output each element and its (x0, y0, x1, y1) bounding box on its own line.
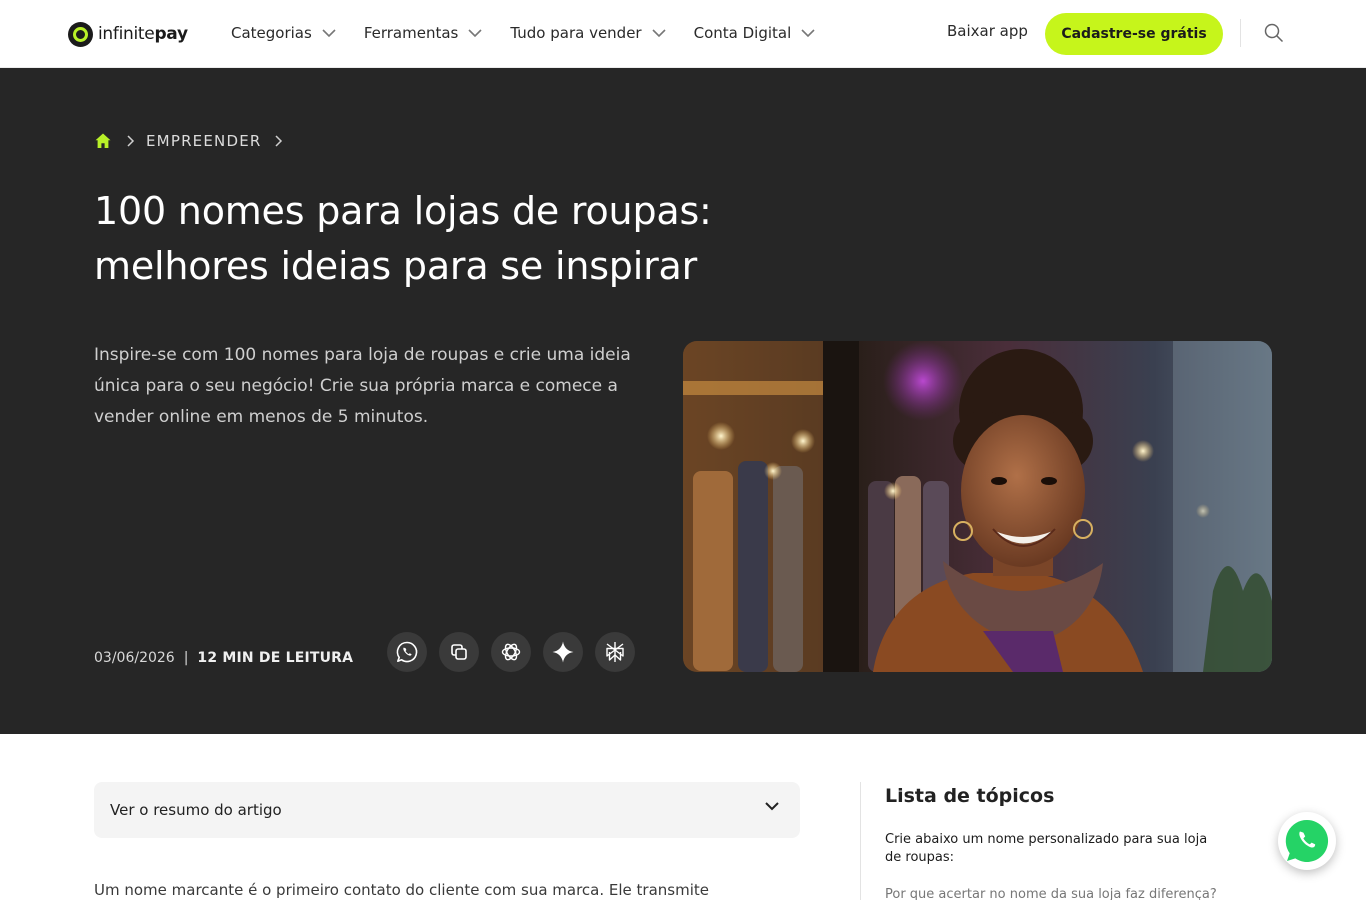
perplexity-icon (606, 642, 624, 662)
nav-item-label: Tudo para vender (510, 24, 642, 42)
download-app-link[interactable]: Baixar app (947, 22, 1028, 40)
article-hero: EMPREENDER 100 nomes para lojas de roupa… (0, 68, 1366, 734)
woman-in-clothing-store-image (683, 341, 1272, 672)
nav-item-tudo-para-vender[interactable]: Tudo para vender (510, 22, 666, 44)
article-lead: Inspire-se com 100 nomes para loja de ro… (94, 345, 631, 427)
home-icon[interactable] (94, 132, 112, 150)
hero-image (683, 341, 1272, 672)
chevron-right-icon (127, 135, 135, 147)
logo-text: infinitepay (98, 24, 188, 44)
read-time: 12 MIN DE LEITURA (197, 650, 354, 666)
share-bar (387, 632, 647, 672)
infinitepay-logo[interactable]: infinitepay (68, 20, 188, 48)
gemini-icon (552, 641, 574, 663)
summary-label: Ver o resumo do artigo (110, 801, 282, 819)
nav-item-label: Categorias (231, 24, 312, 42)
ask-chatgpt-button[interactable] (491, 632, 531, 672)
breadcrumb-category[interactable]: EMPREENDER (146, 132, 262, 150)
article-meta: 03/06/2026 | 12 MIN DE LEITURA (94, 650, 353, 666)
meta-separator: | (183, 650, 189, 666)
chatgpt-icon (501, 643, 521, 661)
chevron-right-icon (274, 135, 282, 147)
chevron-down-icon (801, 29, 815, 38)
chevron-down-icon (468, 29, 482, 38)
nav-item-label: Conta Digital (693, 24, 792, 42)
signup-button[interactable]: Cadastre-se grátis (1045, 13, 1223, 55)
whatsapp-icon (1285, 819, 1329, 862)
nav-item-conta-digital[interactable]: Conta Digital (694, 22, 816, 44)
article-intro-paragraph: Um nome marcante é o primeiro contato do… (94, 881, 709, 899)
header-divider (1240, 19, 1241, 47)
breadcrumb: EMPREENDER (94, 132, 283, 150)
toc-divider (860, 782, 861, 900)
chevron-down-icon (765, 802, 779, 811)
publish-date: 03/06/2026 (94, 650, 175, 666)
site-header: infinitepay Categorias Ferramentas Tudo … (0, 0, 1366, 68)
logo-mark-icon (68, 21, 93, 47)
nav-item-label: Ferramentas (363, 24, 459, 42)
article-title: 100 nomes para lojas de roupas: melhores… (94, 189, 712, 288)
nav-item-ferramentas[interactable]: Ferramentas (364, 22, 483, 44)
whatsapp-icon (396, 641, 418, 663)
main-nav: Categorias Ferramentas Tudo para vender … (231, 22, 843, 44)
chevron-down-icon (322, 29, 336, 38)
search-icon[interactable] (1264, 23, 1284, 43)
ask-perplexity-button[interactable] (595, 632, 635, 672)
toc-title: Lista de tópicos (885, 785, 1055, 807)
chevron-down-icon (652, 29, 666, 38)
whatsapp-chat-button[interactable] (1278, 812, 1336, 870)
nav-item-categorias[interactable]: Categorias (231, 22, 336, 44)
toc-item[interactable]: Crie abaixo um nome personalizado para s… (885, 831, 1225, 867)
toc-item[interactable]: Por que acertar no nome da sua loja faz … (885, 886, 1225, 900)
article-summary-toggle[interactable]: Ver o resumo do artigo (94, 782, 800, 838)
ask-gemini-button[interactable] (543, 632, 583, 672)
copy-link-button[interactable] (439, 632, 479, 672)
copy-link-icon (451, 644, 467, 660)
share-whatsapp-button[interactable] (387, 632, 427, 672)
